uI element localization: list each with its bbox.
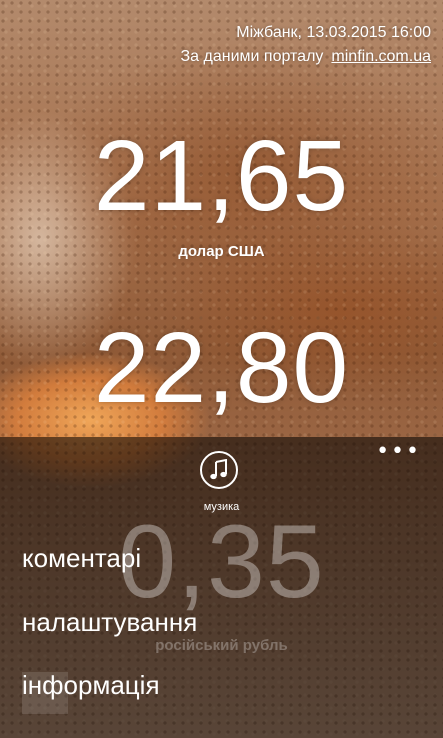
more-icon[interactable]: ••• [376,441,421,463]
usd-rate-value: 21,65 [93,120,350,232]
source-text: За даними порталу [180,48,324,65]
music-note-icon [210,459,227,480]
source-line: За даними порталу minfin.com.ua [181,48,431,66]
app-screen: Міжбанк, 13.03.2015 16:00 За даними порт… [0,0,443,738]
usd-rate-label: долар США [178,243,265,260]
rub-rate-label: російський рубль [155,637,288,654]
music-button[interactable] [200,451,238,489]
eur-rate-value: 22,80 [93,312,350,424]
source-link[interactable]: minfin.com.ua [331,48,431,65]
menu-item-settings[interactable]: налаштування [22,609,197,635]
menu-item-comments[interactable]: коментарі [22,545,141,571]
menu-item-info[interactable]: інформація [22,672,160,698]
date-line: Міжбанк, 13.03.2015 16:00 [236,24,431,41]
music-button-label: музика [203,501,240,513]
